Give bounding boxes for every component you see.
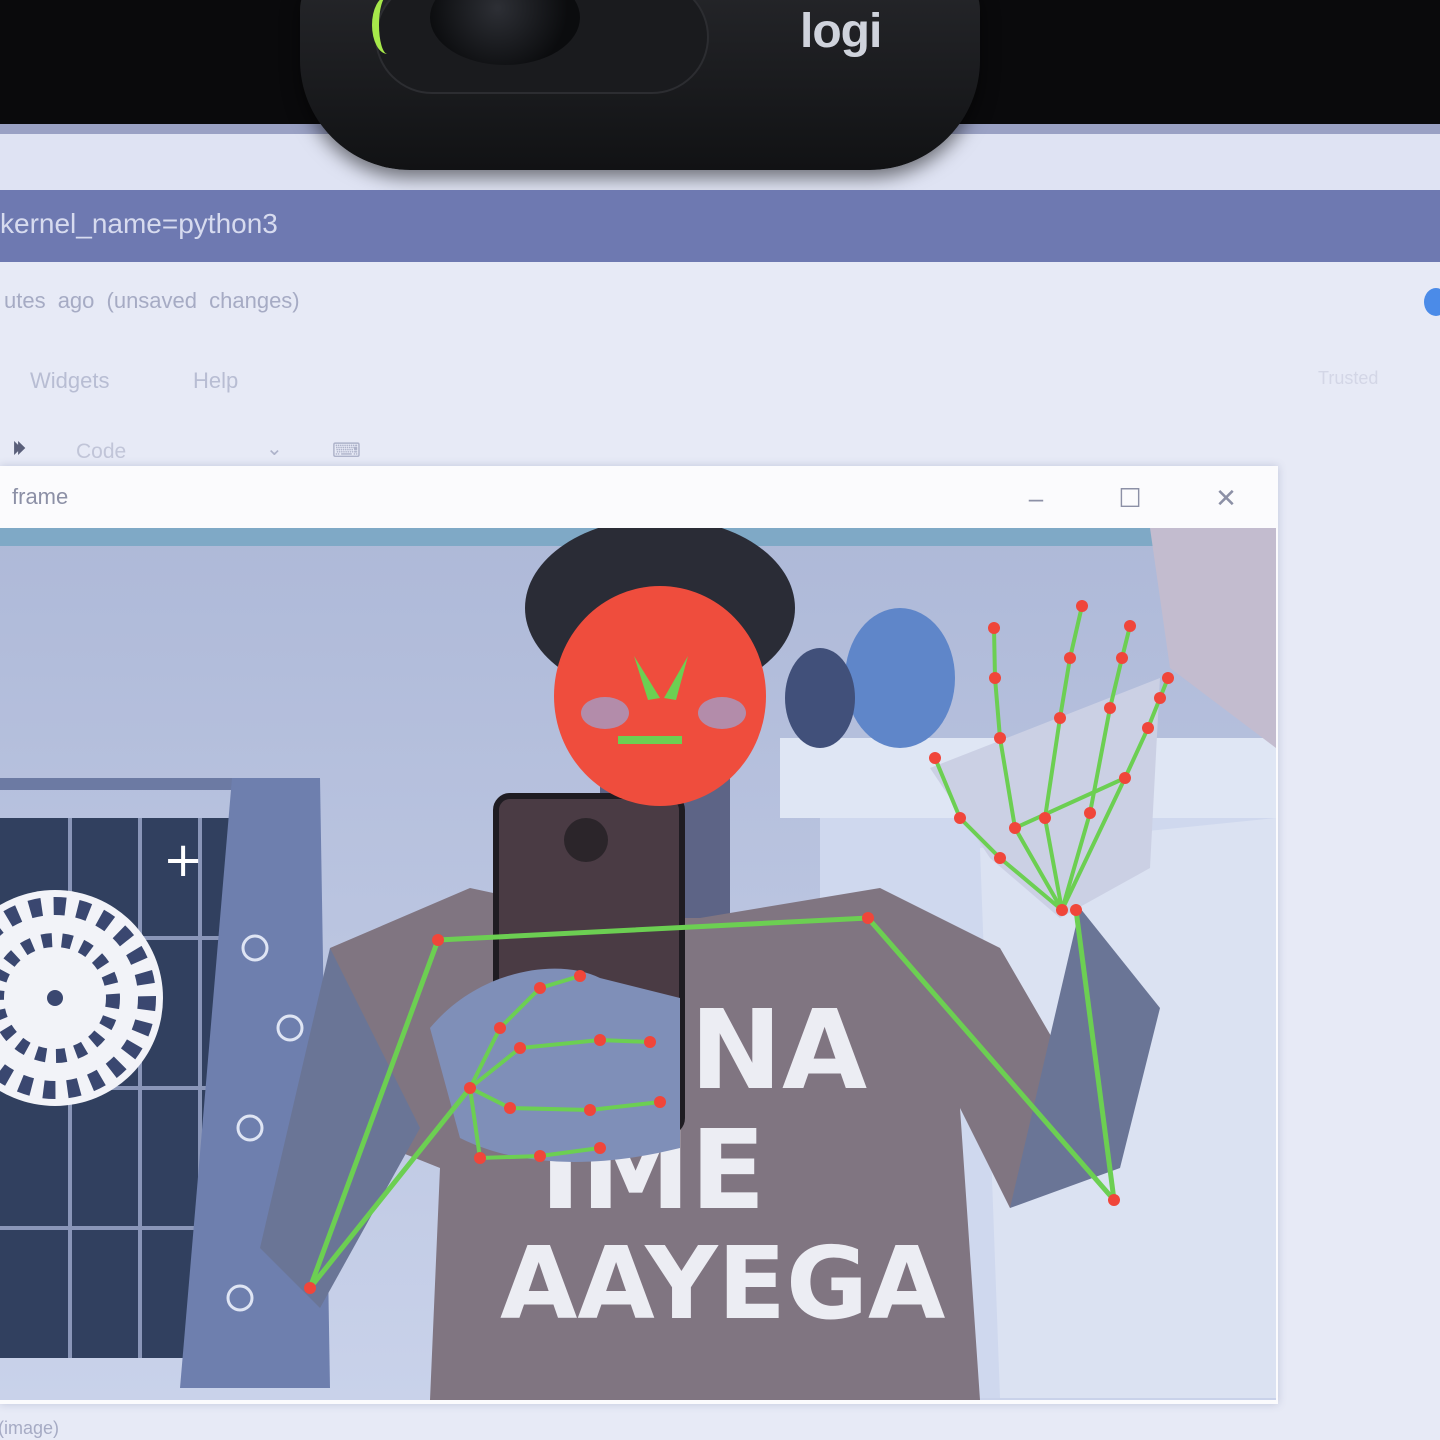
menu-help[interactable]: Help: [193, 368, 238, 394]
landmark-point: [1009, 822, 1021, 834]
webcam: logi: [300, 0, 980, 170]
landmark-point: [534, 1150, 546, 1162]
landmark-point: [988, 622, 1000, 634]
landmark-point: [1064, 652, 1076, 664]
landmark-point: [1039, 812, 1051, 824]
landmark-point: [1154, 692, 1166, 704]
landmark-point: [1142, 722, 1154, 734]
toy: [785, 648, 855, 748]
chevron-down-icon[interactable]: ⌄: [266, 436, 283, 461]
window-title: frame: [12, 484, 69, 509]
menu-widgets[interactable]: Widgets: [30, 368, 109, 394]
run-all-icon[interactable]: ⏵⏵: [12, 438, 26, 461]
landmark-point: [504, 1102, 516, 1114]
notebook-title-bar: kernel_name=python3: [0, 190, 1440, 262]
phone-camera-icon: [564, 818, 608, 862]
close-button[interactable]: ✕: [1206, 478, 1246, 518]
kernel-name-text: kernel_name=python3: [0, 208, 278, 239]
minimize-button[interactable]: –: [1016, 478, 1056, 518]
landmark-point: [1070, 904, 1082, 916]
landmark-point: [1076, 600, 1088, 612]
landmark-point: [574, 970, 586, 982]
landmark-point: [1108, 1194, 1120, 1206]
landmark-point: [534, 982, 546, 994]
landmark-point: [432, 934, 444, 946]
landmark-point: [594, 1142, 606, 1154]
landmark-point: [474, 1152, 486, 1164]
shirt-line-3: AAYEGA: [500, 1225, 945, 1342]
landmark-point: [1162, 672, 1174, 684]
webcam-led-icon: [372, 0, 403, 54]
landmark-point: [584, 1104, 596, 1116]
trusted-indicator[interactable]: Trusted: [1318, 368, 1378, 389]
landmark-point: [862, 912, 874, 924]
landmark-point: [494, 1022, 506, 1034]
landmark-point: [994, 852, 1006, 864]
cell-type-select[interactable]: Code: [76, 440, 126, 464]
landmark-point: [594, 1034, 606, 1046]
landmark-point: [929, 752, 941, 764]
landmark-point: [1056, 904, 1068, 916]
cell-output-label: (image): [0, 1418, 60, 1438]
landmark-point: [1116, 652, 1128, 664]
webcam-brand-logo: logi: [800, 5, 882, 58]
webcam-feed: + NA IME AAYEGA: [0, 528, 1276, 1400]
face-mesh-mask: [554, 586, 766, 806]
save-status: utes ago (unsaved changes): [4, 288, 300, 313]
landmark-point: [989, 672, 1001, 684]
landmark-point: [644, 1036, 656, 1048]
landmark-point: [1124, 620, 1136, 632]
left-hand: [430, 968, 680, 1162]
landmark-point: [954, 812, 966, 824]
teddy-bear: [845, 608, 955, 748]
landmark-point: [1104, 702, 1116, 714]
curtain-rod: [0, 778, 240, 790]
landmark-point: [1119, 772, 1131, 784]
crosshair-icon: +: [163, 832, 203, 888]
landmark-point: [514, 1042, 526, 1054]
landmark-point: [1054, 712, 1066, 724]
landmark-point: [654, 1096, 666, 1108]
keyboard-icon[interactable]: ⌨: [332, 438, 361, 463]
shirt-line-1: NA: [690, 986, 867, 1114]
landmark-point: [994, 732, 1006, 744]
landmark-point: [1084, 807, 1096, 819]
maximize-button[interactable]: ☐: [1110, 478, 1150, 518]
landmark-point: [304, 1282, 316, 1294]
landmark-point: [464, 1082, 476, 1094]
